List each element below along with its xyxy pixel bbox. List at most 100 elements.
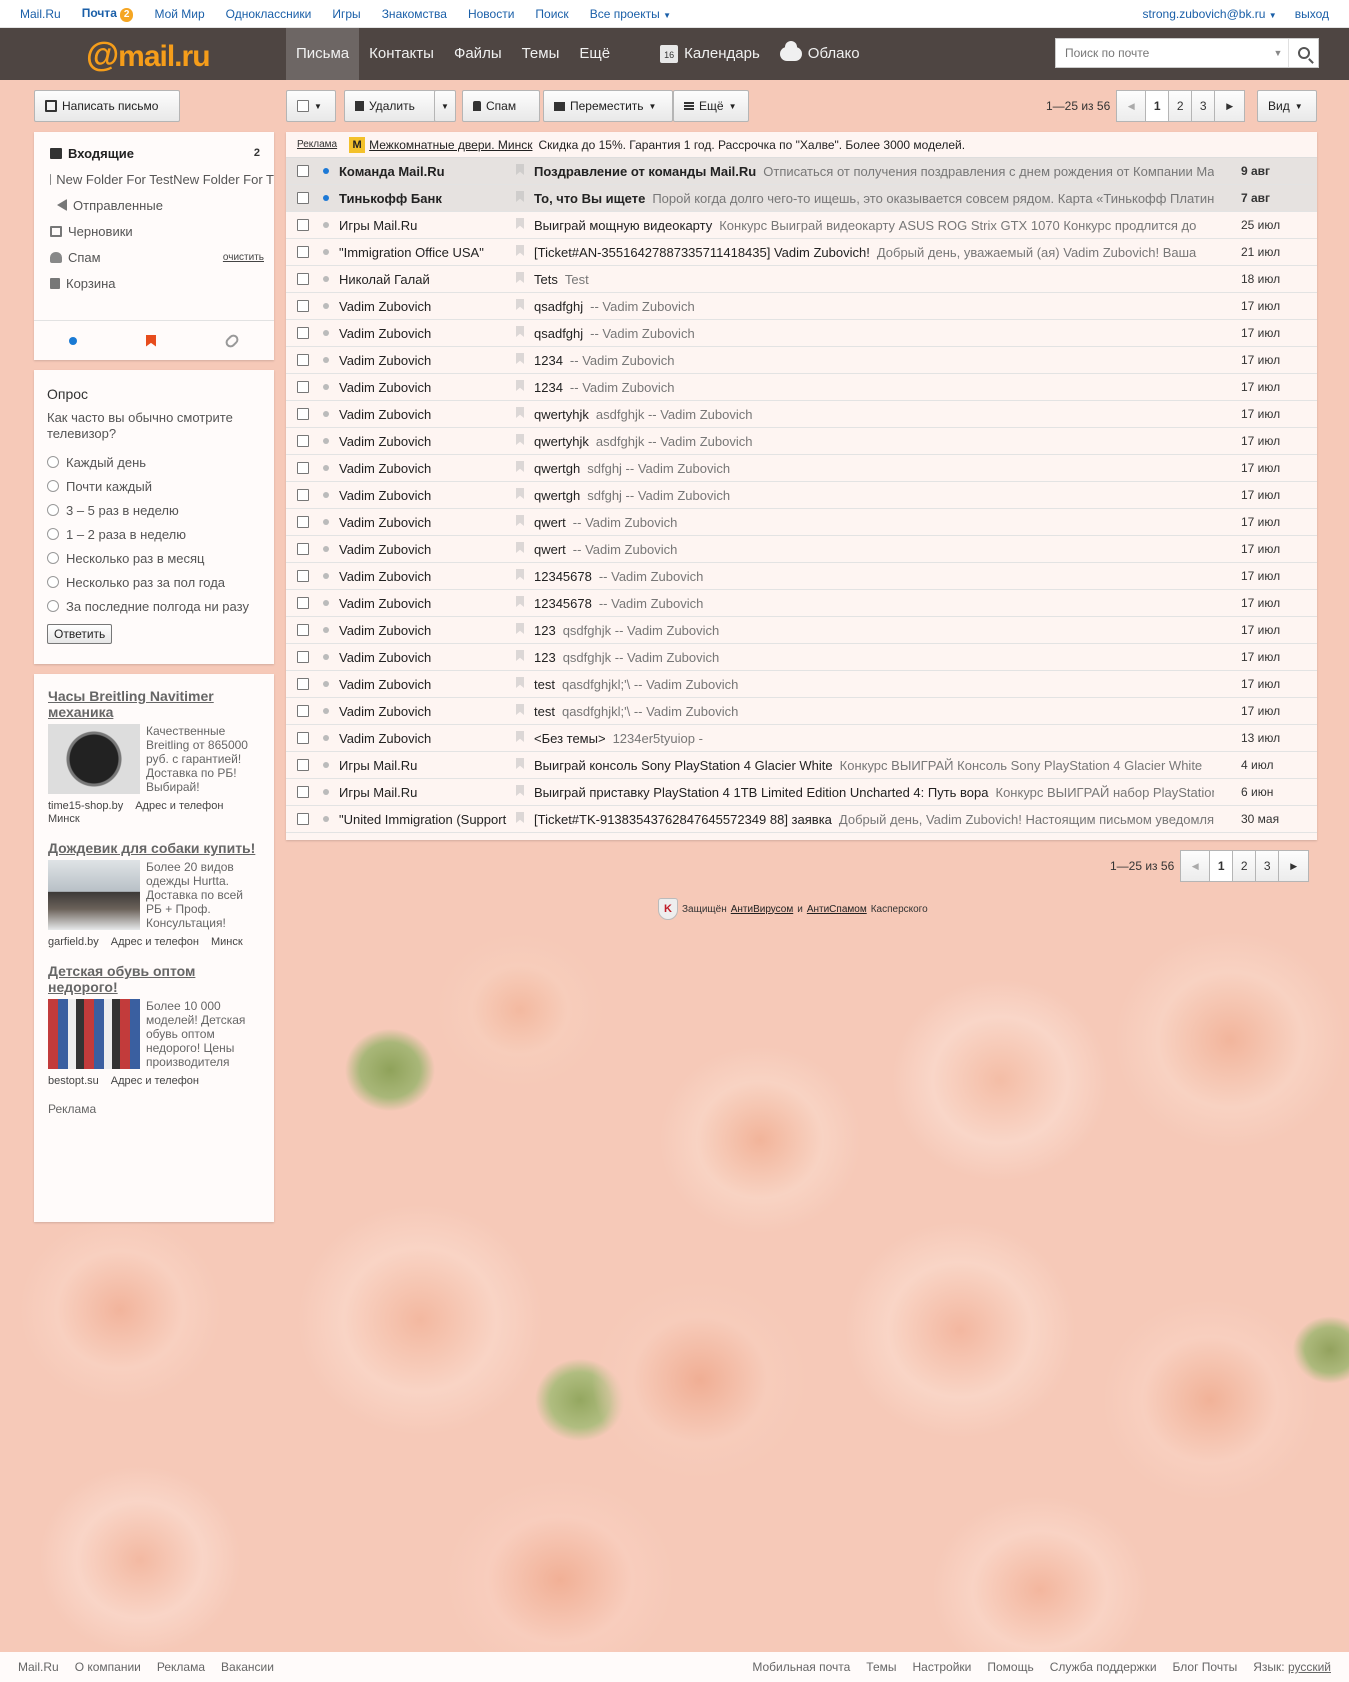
view-button[interactable]: Вид ▼ — [1257, 90, 1317, 122]
search-button[interactable] — [1288, 39, 1318, 67]
flag-icon[interactable] — [514, 239, 524, 265]
nav-letters[interactable]: Письма — [286, 28, 360, 80]
flag-icon[interactable] — [514, 455, 524, 481]
flag-icon[interactable] — [514, 482, 524, 508]
flag-icon[interactable] — [514, 347, 524, 373]
portal-link-games[interactable]: Игры — [332, 7, 360, 21]
letter-checkbox[interactable] — [297, 300, 309, 312]
attachment-filter-icon[interactable] — [223, 332, 241, 349]
radio-button[interactable] — [47, 576, 59, 588]
letter-row[interactable]: Vadim Zubovich qwertgh sdfghj -- Vadim Zub… — [286, 455, 1317, 482]
read-status-icon[interactable] — [323, 573, 329, 579]
read-status-icon[interactable] — [323, 492, 329, 498]
letter-checkbox[interactable] — [297, 516, 309, 528]
letter-checkbox[interactable] — [297, 543, 309, 555]
antivirus-link[interactable]: АнтиВирусом — [731, 904, 794, 915]
read-status-icon[interactable] — [323, 438, 329, 444]
read-status-icon[interactable] — [323, 681, 329, 687]
dog-image[interactable] — [48, 860, 140, 930]
poll-option[interactable]: 1 – 2 раза в неделю — [47, 522, 261, 546]
flag-icon[interactable] — [514, 509, 524, 535]
ad-contacts[interactable]: Адрес и телефон — [111, 936, 199, 948]
page-2[interactable]: 2 — [1169, 90, 1193, 122]
flag-icon[interactable] — [514, 158, 524, 184]
prev-page-arrow-icon[interactable]: ◀ — [1180, 850, 1211, 882]
portal-link-mail[interactable]: Почта 2 — [82, 6, 134, 22]
letter-checkbox[interactable] — [297, 354, 309, 366]
letter-checkbox[interactable] — [297, 165, 309, 177]
flagged-filter-icon[interactable] — [145, 334, 156, 347]
footer-link-settings[interactable]: Настройки — [913, 1660, 972, 1674]
nav-themes[interactable]: Темы — [512, 28, 570, 80]
portal-link-ok[interactable]: Одноклассники — [226, 7, 312, 21]
footer-link-mobile[interactable]: Мобильная почта — [752, 1660, 850, 1674]
flag-icon[interactable] — [514, 401, 524, 427]
read-status-icon[interactable] — [323, 222, 329, 228]
prev-page-arrow-icon[interactable]: ◀ — [1116, 90, 1147, 122]
flag-icon[interactable] — [514, 266, 524, 292]
flag-icon[interactable] — [514, 212, 524, 238]
search-input[interactable] — [1056, 39, 1268, 67]
folder-inbox[interactable]: Входящие 2 — [34, 140, 274, 166]
footer-link-jobs[interactable]: Вакансии — [221, 1660, 274, 1674]
folder-drafts[interactable]: Черновики — [34, 218, 274, 244]
footer-link-themes[interactable]: Темы — [866, 1660, 896, 1674]
flag-icon[interactable] — [514, 374, 524, 400]
poll-option[interactable]: Несколько раз в месяц — [47, 546, 261, 570]
footer-link-blog[interactable]: Блог Почты — [1173, 1660, 1238, 1674]
portal-link-dating[interactable]: Знакомства — [382, 7, 447, 21]
read-status-icon[interactable] — [323, 546, 329, 552]
folder-sent[interactable]: Отправленные — [34, 192, 274, 218]
nav-files[interactable]: Файлы — [444, 28, 512, 80]
ad-domain[interactable]: garfield.by — [48, 936, 99, 948]
poll-option[interactable]: За последние полгода ни разу — [47, 594, 261, 618]
portal-link-mailru[interactable]: Mail.Ru — [20, 7, 61, 21]
read-status-icon[interactable] — [323, 384, 329, 390]
nav-contacts[interactable]: Контакты — [359, 28, 444, 80]
read-status-icon[interactable] — [323, 465, 329, 471]
portal-link-all-projects[interactable]: Все проекты ▼ — [590, 7, 671, 21]
letter-checkbox[interactable] — [297, 570, 309, 582]
letter-row[interactable]: "Immigration Office USA" [Ticket#AN-35516… — [286, 239, 1317, 266]
read-status-icon[interactable] — [323, 249, 329, 255]
letter-row[interactable]: Николай Галай Tets Test 18 июл — [286, 266, 1317, 293]
letter-checkbox[interactable] — [297, 408, 309, 420]
next-page-arrow-icon[interactable]: ▶ — [1279, 850, 1310, 882]
ad-domain[interactable]: bestopt.su — [48, 1075, 99, 1087]
next-page-arrow-icon[interactable]: ▶ — [1215, 90, 1246, 122]
letter-checkbox[interactable] — [297, 327, 309, 339]
ad-title-link[interactable]: Дождевик для собаки купить! — [48, 840, 260, 856]
page-1[interactable]: 1 — [1146, 90, 1170, 122]
flag-icon[interactable] — [514, 320, 524, 346]
radio-button[interactable] — [47, 552, 59, 564]
language-switch[interactable]: Язык: русский — [1253, 1660, 1331, 1674]
read-status-icon[interactable] — [323, 357, 329, 363]
list-ad-row[interactable]: Реклама M Межкомнатные двери. Минск Скид… — [286, 132, 1317, 158]
more-button[interactable]: Ещё ▼ — [673, 90, 749, 122]
compose-button[interactable]: Написать письмо — [34, 90, 180, 122]
letter-row[interactable]: Vadim Zubovich qwert -- Vadim Zubovich 17 и… — [286, 536, 1317, 563]
letter-row[interactable]: Vadim Zubovich 12345678 -- Vadim Zubovich 1… — [286, 563, 1317, 590]
read-status-icon[interactable] — [323, 330, 329, 336]
ad-title-link[interactable]: Часы Breitling Navitimer механика — [48, 688, 260, 720]
shoes-image[interactable] — [48, 999, 140, 1069]
nav-cloud[interactable]: Облако — [770, 28, 870, 80]
watch-image[interactable] — [48, 724, 140, 794]
letter-checkbox[interactable] — [297, 219, 309, 231]
radio-button[interactable] — [47, 600, 59, 612]
footer-link-about[interactable]: О компании — [75, 1660, 141, 1674]
read-status-icon[interactable] — [323, 303, 329, 309]
radio-button[interactable] — [47, 504, 59, 516]
portal-link-search[interactable]: Поиск — [535, 7, 568, 21]
antispam-link[interactable]: АнтиСпамом — [807, 904, 867, 915]
footer-link-mailru[interactable]: Mail.Ru — [18, 1660, 59, 1674]
letter-row[interactable]: "United Immigration (Support [Ticket#TK-9… — [286, 806, 1317, 833]
letter-checkbox[interactable] — [297, 678, 309, 690]
ad-contacts[interactable]: Адрес и телефон — [111, 1075, 199, 1087]
folder-custom[interactable]: New Folder For TestNew Folder For T — [34, 166, 274, 192]
unread-filter-icon[interactable] — [68, 336, 77, 345]
letter-checkbox[interactable] — [297, 246, 309, 258]
letter-checkbox[interactable] — [297, 624, 309, 636]
poll-answer-button[interactable]: Ответить — [47, 624, 113, 644]
letter-checkbox[interactable] — [297, 273, 309, 285]
